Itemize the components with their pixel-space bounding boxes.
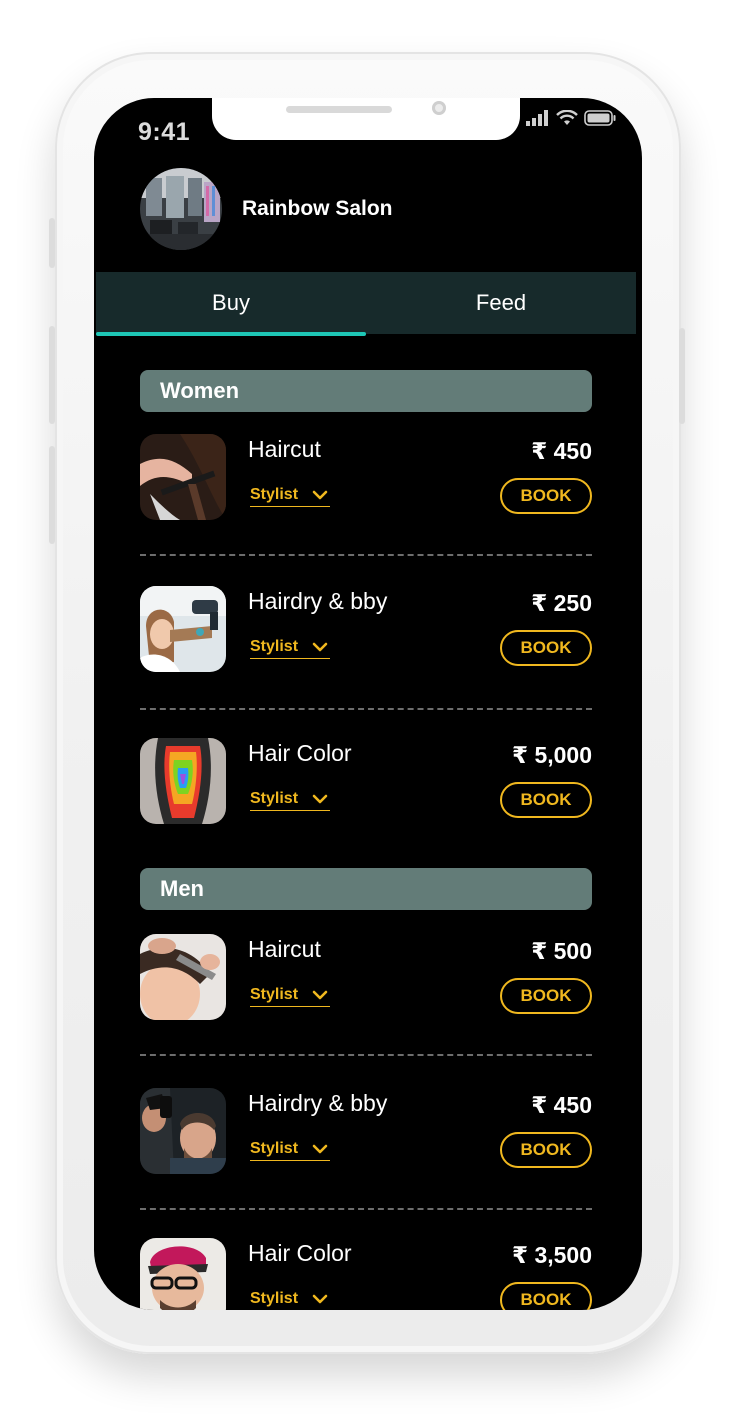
section-header-men: Men [140, 868, 592, 910]
service-price: ₹ 3,500 [512, 1242, 592, 1268]
service-price: ₹ 500 [531, 938, 592, 964]
status-icons [526, 110, 616, 126]
stylist-dropdown[interactable]: Stylist [250, 986, 330, 1007]
dashed-divider [140, 708, 592, 710]
stylist-dropdown[interactable]: Stylist [250, 1290, 330, 1310]
tab-buy[interactable]: Buy [96, 272, 366, 336]
service-price: ₹ 450 [531, 438, 592, 464]
book-button[interactable]: BOOK [500, 978, 592, 1014]
chevron-down-icon [312, 1144, 328, 1154]
volume-up-button [49, 326, 55, 424]
tab-feed[interactable]: Feed [366, 272, 636, 334]
status-time: 9:41 [138, 118, 191, 146]
wifi-icon [556, 110, 578, 125]
stylist-label: Stylist [250, 1140, 299, 1157]
stylist-label: Stylist [250, 638, 299, 655]
signal-icon [526, 110, 548, 126]
service-thumbnail [140, 586, 226, 672]
section-header-women: Women [140, 370, 592, 412]
service-price: ₹ 450 [531, 1092, 592, 1118]
tab-feed-label: Feed [475, 290, 527, 315]
stylist-dropdown[interactable]: Stylist [250, 638, 330, 659]
book-button[interactable]: BOOK [500, 478, 592, 514]
front-camera [432, 101, 446, 115]
stylist-dropdown[interactable]: Stylist [250, 1140, 330, 1161]
salon-header: Rainbow Salon [140, 168, 393, 250]
dashed-divider [140, 554, 592, 556]
app-screen: 9:41 Rainbow Salon Buy Feed Women Haircu… [94, 98, 642, 1310]
service-name: Haircut [248, 936, 321, 962]
stylist-label: Stylist [250, 790, 299, 807]
salon-avatar[interactable] [140, 168, 222, 250]
service-item: Hair Color Stylist ₹ 3,500 BOOK [140, 1238, 592, 1310]
volume-down-button [49, 446, 55, 544]
chevron-down-icon [312, 490, 328, 500]
service-item: Hairdry & bby Stylist ₹ 450 BOOK [140, 1088, 592, 1178]
chevron-down-icon [312, 642, 328, 652]
service-item: Hair Color Stylist ₹ 5,000 BOOK [140, 738, 592, 828]
book-button[interactable]: BOOK [500, 782, 592, 818]
service-price: ₹ 250 [531, 590, 592, 616]
tab-bar: Buy Feed [96, 272, 636, 336]
dashed-divider [140, 1054, 592, 1056]
service-thumbnail [140, 738, 226, 824]
active-tab-indicator [96, 332, 366, 336]
service-price: ₹ 5,000 [512, 742, 592, 768]
service-name: Hair Color [248, 740, 352, 766]
stylist-label: Stylist [250, 986, 299, 1003]
service-thumbnail [140, 1088, 226, 1174]
dashed-divider [140, 1208, 592, 1210]
book-button[interactable]: BOOK [500, 1132, 592, 1168]
chevron-down-icon [312, 794, 328, 804]
chevron-down-icon [312, 1294, 328, 1304]
tab-buy-label: Buy [212, 290, 250, 315]
power-button [679, 328, 685, 424]
service-name: Hairdry & bby [248, 1090, 388, 1116]
stylist-dropdown[interactable]: Stylist [250, 486, 330, 507]
salon-name: Rainbow Salon [242, 197, 393, 220]
notch [212, 98, 520, 140]
book-button[interactable]: BOOK [500, 1282, 592, 1310]
service-item: Haircut Stylist ₹ 500 BOOK [140, 934, 592, 1024]
chevron-down-icon [312, 990, 328, 1000]
service-name: Haircut [248, 436, 321, 462]
service-thumbnail [140, 434, 226, 520]
book-button[interactable]: BOOK [500, 630, 592, 666]
service-name: Hair Color [248, 1240, 352, 1266]
service-thumbnail [140, 934, 226, 1020]
stylist-label: Stylist [250, 486, 299, 503]
service-name: Hairdry & bby [248, 588, 388, 614]
service-thumbnail [140, 1238, 226, 1310]
stylist-dropdown[interactable]: Stylist [250, 790, 330, 811]
service-item: Haircut Stylist ₹ 450 BOOK [140, 434, 592, 524]
mute-switch [49, 218, 55, 268]
service-item: Hairdry & bby Stylist ₹ 250 BOOK [140, 586, 592, 676]
speaker-grille [286, 106, 392, 113]
battery-icon [584, 110, 616, 126]
stylist-label: Stylist [250, 1290, 299, 1307]
